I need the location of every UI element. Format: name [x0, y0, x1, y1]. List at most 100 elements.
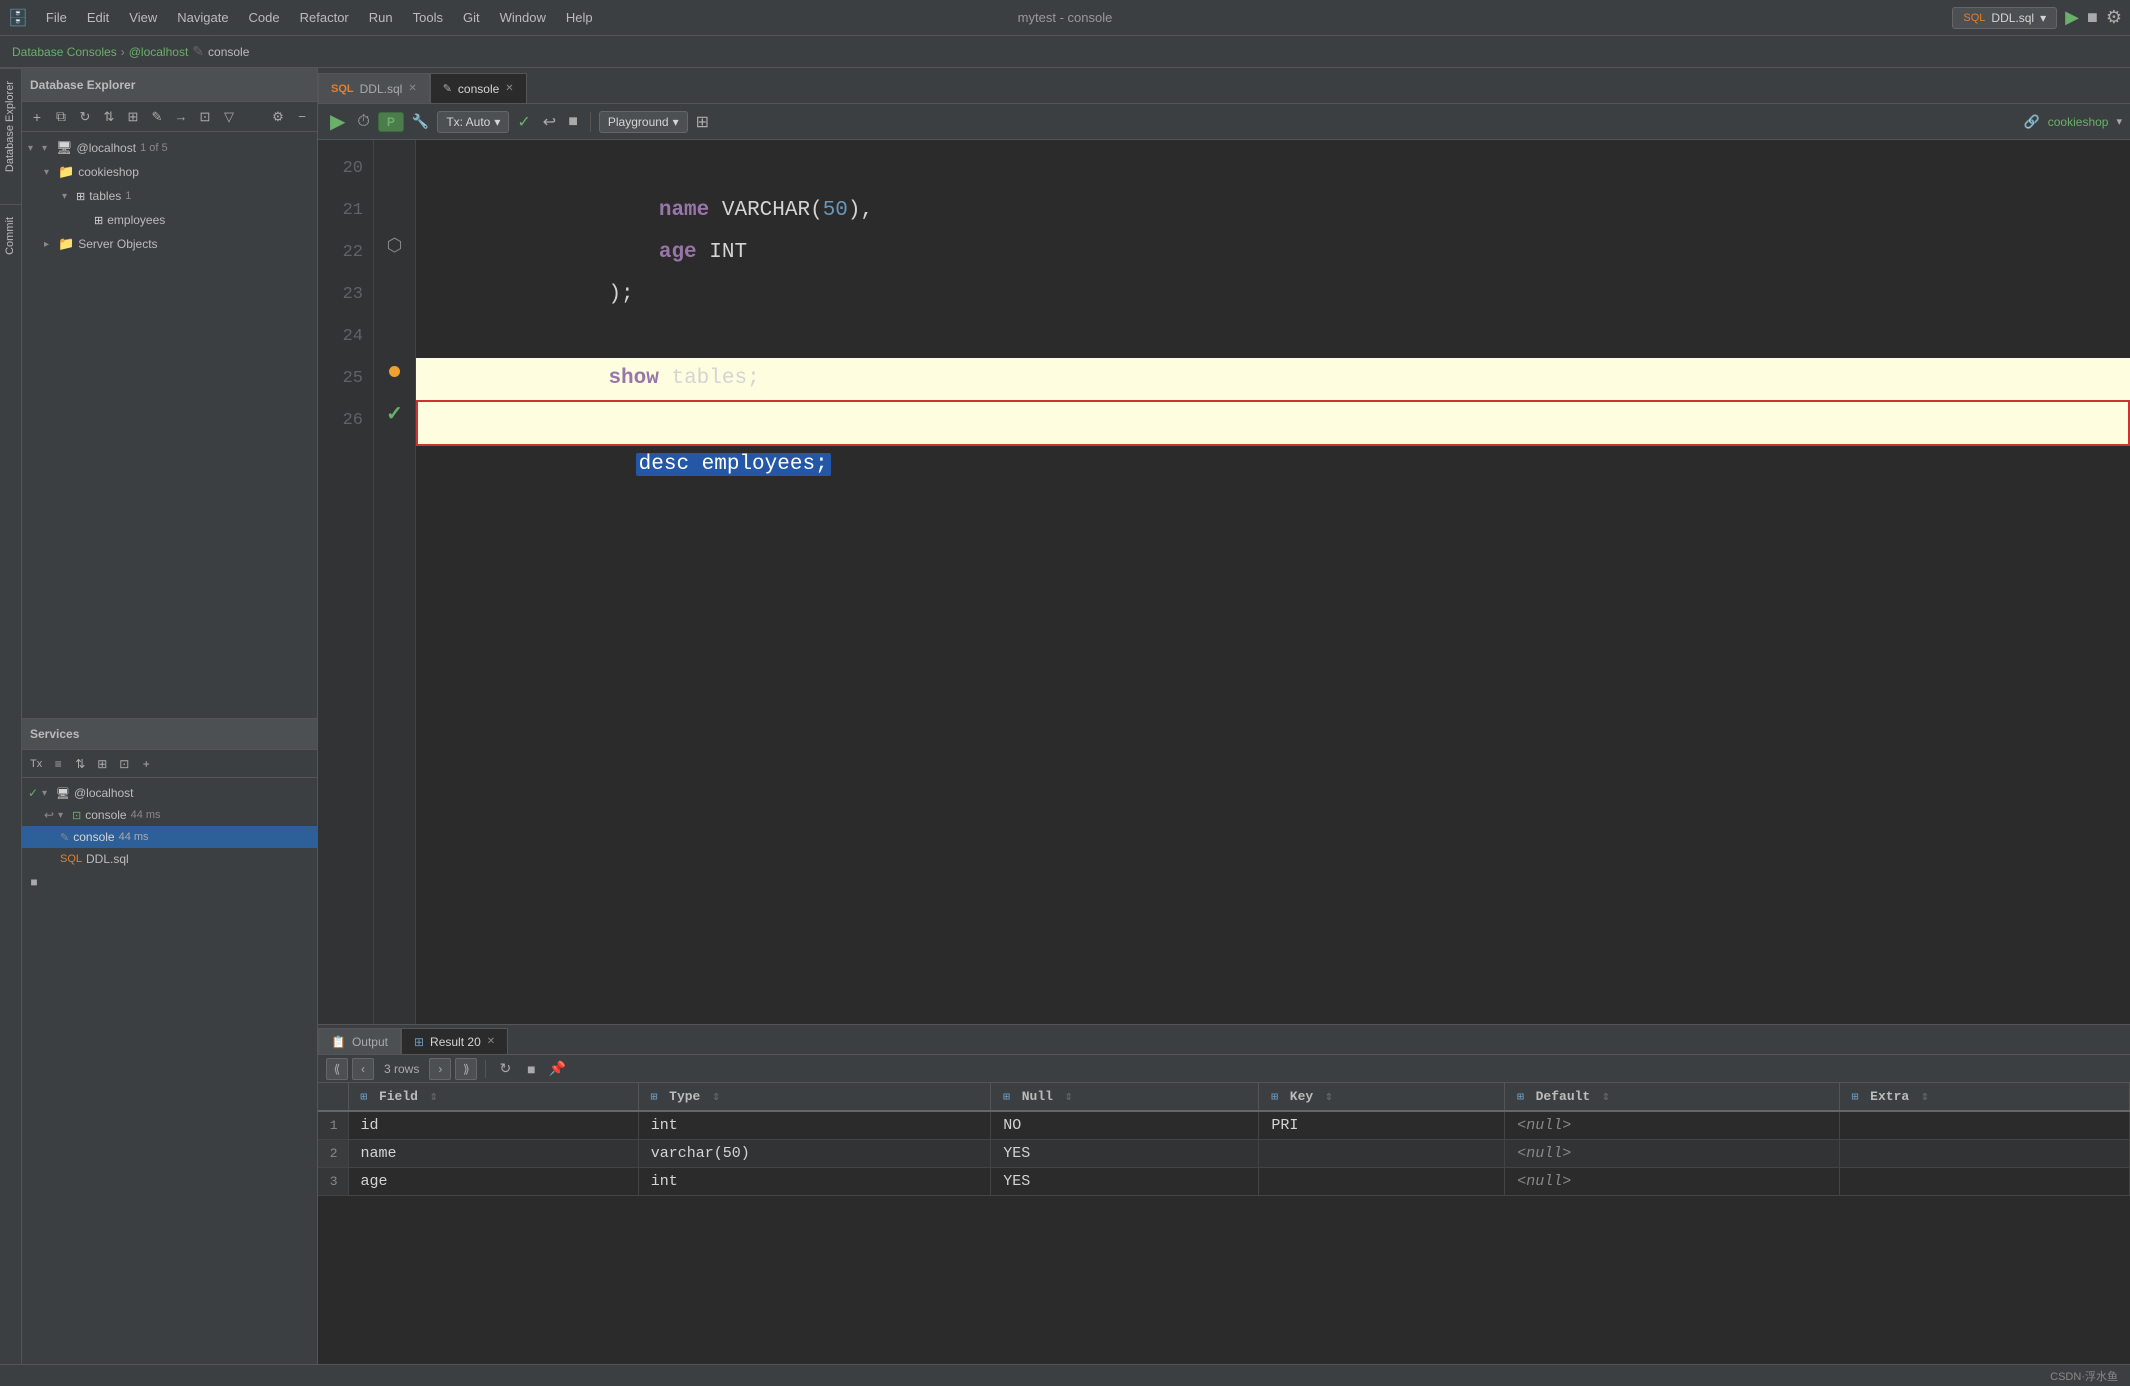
result20-tab[interactable]: ⊞ Result 20 ✕: [401, 1028, 508, 1054]
pin-results-btn[interactable]: 📌: [546, 1058, 568, 1080]
db-edit-btn[interactable]: ✎: [146, 106, 168, 128]
tree-item-employees[interactable]: ⊞ employees: [22, 208, 317, 232]
type-col-label: Type: [669, 1089, 700, 1104]
results-table-wrap: ⊞ Field ⇕ ⊞ Type ⇕: [318, 1083, 2130, 1364]
col-header-key[interactable]: ⊞ Key ⇕: [1259, 1083, 1505, 1111]
db-schema-btn[interactable]: ⊞: [122, 106, 144, 128]
svc-stop-btn[interactable]: ■: [22, 870, 42, 890]
wrench-btn[interactable]: 🔧: [408, 111, 433, 132]
tree-item-localhost[interactable]: ▾ ▾ 🖥 @localhost 1 of 5: [22, 136, 317, 160]
nav-last-btn[interactable]: ⟫: [455, 1058, 477, 1080]
nav-next-btn[interactable]: ›: [429, 1058, 451, 1080]
svc-tree-localhost[interactable]: ✓ ▾ 🖥 @localhost: [22, 782, 317, 804]
db-refresh-btn[interactable]: ↻: [74, 106, 96, 128]
col-header-type[interactable]: ⊞ Type ⇕: [638, 1083, 991, 1111]
menu-help[interactable]: Help: [556, 6, 603, 29]
table-row[interactable]: 1 id int NO PRI <null>: [318, 1111, 2130, 1140]
menu-run[interactable]: Run: [359, 6, 403, 29]
db-settings-btn[interactable]: ⚙: [267, 106, 289, 128]
localhost-expand2[interactable]: ▾: [42, 143, 56, 154]
profiler-btn[interactable]: P: [378, 112, 404, 132]
stop-exec-btn[interactable]: ■: [564, 111, 582, 133]
col-header-extra[interactable]: ⊞ Extra ⇕: [1839, 1083, 2129, 1111]
svc-btn1[interactable]: ≡: [48, 754, 68, 774]
services-toolbar: Tx ≡ ⇅ ⊞ ⊡ +: [22, 750, 317, 778]
localhost-expand[interactable]: ▾: [28, 143, 42, 154]
db-console-btn[interactable]: ⊡: [194, 106, 216, 128]
type-col-icon: ⊞: [651, 1092, 658, 1104]
menu-window[interactable]: Window: [490, 6, 556, 29]
svc-btn4[interactable]: ⊡: [114, 754, 134, 774]
col-header-field[interactable]: ⊞ Field ⇕: [348, 1083, 638, 1111]
tables-expand[interactable]: ▾: [62, 191, 76, 202]
db-copy-btn[interactable]: ⧉: [50, 106, 72, 128]
db-sync-btn[interactable]: ⇅: [98, 106, 120, 128]
nav-first-btn[interactable]: ⟪: [326, 1058, 348, 1080]
breadcrumb-db-consoles[interactable]: Database Consoles: [12, 45, 117, 59]
cookieshop-expand[interactable]: ▾: [44, 167, 58, 178]
svc-console-group-expand[interactable]: ▾: [58, 810, 72, 821]
tab-ddlsql[interactable]: SQL DDL.sql ✕: [318, 73, 430, 103]
tree-item-cookieshop[interactable]: ▾ 📁 cookieshop: [22, 160, 317, 184]
svc-btn5[interactable]: +: [136, 754, 156, 774]
null-col-label: Null: [1022, 1089, 1053, 1104]
result20-tab-close[interactable]: ✕: [487, 1036, 495, 1047]
menu-git[interactable]: Git: [453, 6, 490, 29]
side-tab-database-explorer[interactable]: Database Explorer: [0, 68, 21, 184]
commit-btn[interactable]: ✓: [513, 110, 534, 134]
menu-code[interactable]: Code: [239, 6, 290, 29]
breadcrumb-console[interactable]: console: [208, 45, 249, 59]
timer-btn[interactable]: ⏱: [353, 111, 373, 133]
console-tab-close[interactable]: ✕: [505, 83, 513, 94]
marker-23: [374, 266, 415, 308]
tree-item-tables[interactable]: ▾ ⊞ tables 1: [22, 184, 317, 208]
refresh-results-btn[interactable]: ↻: [494, 1058, 516, 1080]
db-add-btn[interactable]: +: [26, 106, 48, 128]
playground-btn[interactable]: Playground ▾: [599, 111, 688, 133]
ddl-dropdown-label: DDL.sql: [1991, 11, 2034, 25]
menu-view[interactable]: View: [119, 6, 167, 29]
svc-tree-ddlsql[interactable]: SQL DDL.sql: [22, 848, 317, 870]
db-filter-btn[interactable]: ▽: [218, 106, 240, 128]
grid-btn[interactable]: ⊞: [692, 110, 713, 134]
run-btn[interactable]: ▶: [326, 107, 349, 136]
breadcrumb-localhost[interactable]: @localhost: [129, 45, 189, 59]
row3-field: age: [348, 1168, 638, 1196]
run-stop-btn[interactable]: ■: [2087, 7, 2098, 28]
code-content[interactable]: name VARCHAR(50), age INT );: [416, 140, 2130, 1024]
svc-btn3[interactable]: ⊞: [92, 754, 112, 774]
svc-tree-console[interactable]: ✎ console 44 ms: [22, 826, 317, 848]
col-header-default[interactable]: ⊞ Default ⇕: [1505, 1083, 1840, 1111]
output-tab[interactable]: 📋 Output: [318, 1028, 401, 1054]
tab-console[interactable]: ✎ console ✕: [430, 73, 527, 103]
col-header-null[interactable]: ⊞ Null ⇕: [991, 1083, 1259, 1111]
row1-type: int: [638, 1111, 991, 1140]
menu-file[interactable]: File: [36, 6, 77, 29]
menu-navigate[interactable]: Navigate: [167, 6, 238, 29]
menu-edit[interactable]: Edit: [77, 6, 119, 29]
stop-results-btn[interactable]: ■: [520, 1058, 542, 1080]
ddl-tab-close[interactable]: ✕: [408, 83, 416, 94]
side-tab-commit[interactable]: Commit: [0, 204, 21, 267]
line-num-25: 25: [318, 358, 373, 400]
table-row[interactable]: 2 name varchar(50) YES <null>: [318, 1140, 2130, 1168]
nav-prev-btn[interactable]: ‹: [352, 1058, 374, 1080]
db-move-btn[interactable]: →: [170, 106, 192, 128]
svc-btn2[interactable]: ⇅: [70, 754, 90, 774]
row1-default: <null>: [1505, 1111, 1840, 1140]
rollback-btn[interactable]: ↩: [539, 110, 560, 134]
run-settings-btn[interactable]: ⚙: [2106, 7, 2122, 28]
menu-tools[interactable]: Tools: [403, 6, 453, 29]
ddl-dropdown[interactable]: SQL DDL.sql ▾: [1952, 7, 2057, 29]
menu-refactor[interactable]: Refactor: [290, 6, 359, 29]
tx-select[interactable]: Tx: Auto ▾: [437, 111, 509, 133]
run-play-btn[interactable]: ▶: [2065, 7, 2079, 28]
server-expand[interactable]: ▸: [44, 239, 58, 250]
db-minimize-btn[interactable]: −: [291, 106, 313, 128]
code-and-results: 20 21 22 23 24 25 26 ⬡: [318, 140, 2130, 1364]
svc-localhost-expand[interactable]: ▾: [42, 788, 56, 799]
tables-badge: 1: [125, 190, 131, 202]
tree-item-server-objects[interactable]: ▸ 📁 Server Objects: [22, 232, 317, 256]
svc-tree-console-group[interactable]: ↩ ▾ ⊡ console 44 ms: [22, 804, 317, 826]
table-row[interactable]: 3 age int YES <null>: [318, 1168, 2130, 1196]
